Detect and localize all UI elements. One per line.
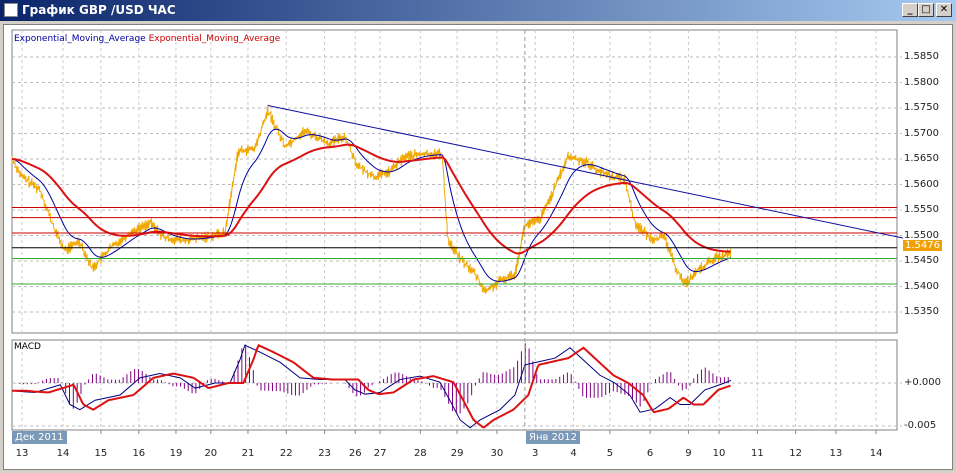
month-label: Дек 2011: [12, 431, 67, 444]
x-axis-label: 14: [56, 448, 70, 459]
current-price-label: 1.5476: [903, 240, 942, 251]
x-axis-label: 11: [750, 448, 764, 459]
x-axis-label: 4: [570, 448, 577, 459]
x-axis-label: 3: [532, 448, 539, 459]
macd-axis-label: -0.005: [904, 420, 937, 431]
price-axis-label: 1.5600: [904, 178, 939, 190]
x-axis-label: 22: [279, 448, 293, 459]
x-axis-label: 29: [450, 448, 464, 459]
x-axis-label: 28: [413, 448, 427, 459]
x-axis-label: 21: [241, 448, 255, 459]
x-axis-label: 9: [685, 448, 692, 459]
main-plot-frame: [11, 29, 898, 334]
price-axis-label: 1.5550: [904, 204, 939, 215]
x-axis-label: 27: [373, 448, 387, 459]
x-axis-label: 13: [829, 448, 843, 459]
price-axis-label: 1.5800: [904, 76, 939, 88]
x-axis-label: 23: [318, 448, 331, 459]
price-axis-label: 1.5750: [904, 102, 939, 113]
price-axis-label: 1.5500: [904, 229, 939, 241]
x-axis-label: 12: [789, 448, 803, 459]
macd-label: MACD: [14, 342, 41, 352]
indicator-legend: Exponential_Moving_Average Exponential_M…: [14, 34, 280, 44]
price-axis-label: 1.5450: [904, 255, 939, 266]
x-axis-label: 30: [490, 448, 504, 459]
x-axis-label: 6: [646, 448, 654, 459]
x-axis-label: 20: [204, 448, 218, 459]
macd-axis-label: +0.000: [904, 377, 942, 388]
price-axis-label: 1.5700: [904, 127, 939, 139]
x-axis-label: 14: [869, 448, 883, 459]
price-axis-label: 1.5400: [904, 280, 939, 292]
price-axis-label: 1.5650: [904, 153, 939, 164]
x-axis-label: 16: [132, 448, 146, 459]
price-axis-label: 1.5350: [904, 306, 939, 317]
month-label: Янв 2012: [526, 431, 581, 444]
price-axis-label: 1.5850: [904, 51, 939, 62]
price-chart[interactable]: [0, 0, 956, 473]
x-axis-label: 19: [169, 448, 183, 459]
x-axis-label: 26: [348, 448, 362, 459]
x-axis-label: 5: [606, 448, 614, 459]
x-axis-label: 15: [94, 448, 108, 459]
x-axis-label: 13: [15, 448, 29, 459]
ema-legend-blue: Exponential_Moving_Average: [14, 34, 146, 44]
ema-legend-red: Exponential_Moving_Average: [148, 34, 281, 44]
x-axis-label: 10: [712, 448, 726, 459]
